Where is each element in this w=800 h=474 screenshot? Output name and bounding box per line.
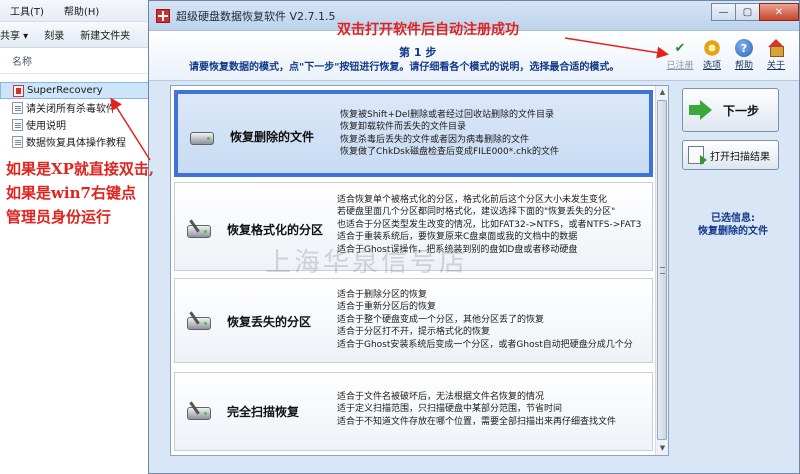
mode-description: 恢复被Shift+Del删除或者经过回收站删除的文件目录 恢复卸载软件而丢失的文… [340,109,559,159]
desc-line: 适合于重新分区后的恢复 [337,302,437,313]
disk-scan-icon [187,401,213,423]
scroll-thumb[interactable] [657,100,667,440]
registered-label: 已注册 [666,61,694,71]
desc-line: 恢复杀毒后丢失的文件或者因为病毒删除的文件 [340,134,530,145]
help-label: 帮助 [734,61,753,71]
selected-info: 已选信息: 恢复删除的文件 [677,212,789,238]
minimize-button[interactable]: — [711,3,736,21]
desc-line: 也适合于分区类型发生改变的情况，比如FAT32->NTFS，或者NTFS->FA… [337,219,642,230]
recovery-mode-list: 恢复删除的文件 恢复被Shift+Del删除或者经过回收站删除的文件目录 恢复卸… [170,85,669,456]
file-item-superrecovery[interactable]: SuperRecovery [0,82,159,99]
burn-button[interactable]: 刻录 [44,27,64,42]
registered-button[interactable]: ✔ 已注册 [666,39,694,72]
note-line-1: 如果是XP就直接双击, [6,160,155,178]
file-item-instructions[interactable]: 使用说明 [0,116,159,133]
explorer-toolbar: 共享 ▾ 刻录 新建文件夹 [0,22,159,48]
desc-line: 适合于Ghost安装系统后变成一个分区，或者Ghost自动把硬盘分成几个分 [337,339,633,350]
mode-title: 恢复丢失的分区 [227,315,312,329]
explorer-window: 工具(T) 帮助(H) 共享 ▾ 刻录 新建文件夹 名称 SuperRecove… [0,0,160,474]
desc-line: 适合于整个硬盘变成一个分区，其他分区丢了的恢复 [337,314,545,325]
about-house-icon [767,39,785,57]
mode-recover-deleted[interactable]: 恢复删除的文件 恢复被Shift+Del删除或者经过回收站删除的文件目录 恢复卸… [174,90,653,177]
registered-icon: ✔ [674,40,686,56]
document-icon [12,135,23,148]
about-button[interactable]: 关于 [763,39,789,71]
desc-line: 适合于重装系统后，要恢复原来C盘桌面或我的文档中的数据 [337,232,578,243]
desc-line: 适合于分区打不开，提示格式化的恢复 [337,327,491,338]
step-description: 请要恢复数据的模式，点"下一步"按钮进行恢复。请仔细看各个模式的说明，选择最合适… [189,62,620,73]
next-step-button[interactable]: 下一步 [682,88,779,132]
desc-line: 适合于不知道文件存放在哪个位置，需要全部扫描出来再仔细查找文件 [337,416,617,427]
help-icon: ? [735,39,753,57]
selected-info-label: 已选信息: [711,213,755,224]
mode-title: 恢复格式化的分区 [227,223,324,237]
disk-icon [190,126,216,148]
explorer-menubar: 工具(T) 帮助(H) [0,0,159,22]
desc-line: 若硬盘里面几个分区都同时格式化，建议选择下面的"恢复丢失的分区" [337,207,616,218]
recovery-app-window: 超级硬盘数据恢复软件 V2.7.1.5 — ▢ ✕ 双击打开软件后自动注册成功 … [148,0,800,474]
document-icon [12,101,23,114]
scroll-grip-icon [660,267,665,274]
desc-line: 适合于文件名被破坏后，无法根据文件名恢复的情况 [337,392,545,402]
open-scan-result-button[interactable]: 打开扫描结果 [682,140,779,170]
new-folder-button[interactable]: 新建文件夹 [80,27,130,42]
desc-line: 恢复做了ChkDsk磁盘检查后变成FILE000*.chk的文件 [340,147,559,158]
open-scan-result-label: 打开扫描结果 [710,151,770,163]
desc-line: 适合于Ghost误操作，把系统装到别的盘如D盘或者移动硬盘 [337,244,578,255]
mode-recover-formatted[interactable]: 恢复格式化的分区 适合恢复单个被格式化的分区，格式化前后这个分区大小未发生变化 … [174,182,653,271]
top-icon-bar: ✔ 已注册 选项 ? 帮助 关于 [667,39,789,71]
open-file-icon [688,146,707,165]
register-annotation: 双击打开软件后自动注册成功 [337,22,519,38]
mode-full-scan[interactable]: 完全扫描恢复 适合于文件名被破坏后，无法根据文件名恢复的情况 适于定义扫描范围，… [174,372,653,451]
mode-description: 适合于删除分区的恢复 适合于重新分区后的恢复 适合于整个硬盘变成一个分区，其他分… [337,289,633,351]
menu-help[interactable]: 帮助(H) [64,3,99,18]
app-title: 超级硬盘数据恢复软件 V2.7.1.5 [176,9,336,23]
scroll-up-arrow-icon[interactable]: ▲ [657,87,668,98]
file-list: SuperRecovery 请关闭所有杀毒软件 使用说明 数据恢复具体操作教程 [0,74,159,150]
selected-info-value: 恢复删除的文件 [698,226,768,237]
options-label: 选项 [702,61,721,71]
menu-tools[interactable]: 工具(T) [10,3,44,18]
file-name: 数据恢复具体操作教程 [26,138,126,149]
file-name: SuperRecovery [27,85,103,96]
scroll-down-arrow-icon[interactable]: ▼ [657,443,668,454]
file-item-tutorial[interactable]: 数据恢复具体操作教程 [0,133,159,150]
about-label: 关于 [766,61,785,71]
desc-line: 适合恢复单个被格式化的分区，格式化前后这个分区大小未发生变化 [337,195,608,205]
window-controls: — ▢ ✕ [711,3,799,21]
mode-title: 恢复删除的文件 [230,130,315,144]
app-logo-icon [156,8,170,23]
file-name: 请关闭所有杀毒软件 [26,104,116,115]
next-step-label: 下一步 [723,103,760,118]
file-item-close-antivirus[interactable]: 请关闭所有杀毒软件 [0,99,159,116]
arrow-right-icon [689,100,713,120]
desc-line: 恢复被Shift+Del删除或者经过回收站删除的文件目录 [340,110,554,120]
mode-description: 适合恢复单个被格式化的分区，格式化前后这个分区大小未发生变化 若硬盘里面几个分区… [337,194,641,256]
red-instruction-note: 如果是XP就直接双击, 如果是win7右键点 管理员身份运行 [6,157,181,229]
step-header: 双击打开软件后自动注册成功 第 1 步 请要恢复数据的模式，点"下一步"按钮进行… [149,22,799,81]
document-icon [12,118,23,131]
mode-description: 适合于文件名被破坏后，无法根据文件名恢复的情况 适于定义扫描范围，只扫描硬盘中某… [337,391,616,428]
file-name: 使用说明 [26,121,66,132]
list-scrollbar[interactable]: ▲ ▼ [655,86,668,455]
options-button[interactable]: 选项 [699,39,725,71]
exe-icon [13,84,24,97]
share-button[interactable]: 共享 ▾ [0,27,28,42]
disk-repair-icon [187,219,213,241]
mode-recover-lost-partition[interactable]: 恢复丢失的分区 适合于删除分区的恢复 适合于重新分区后的恢复 适合于整个硬盘变成… [174,278,653,363]
desc-line: 恢复卸载软件而丢失的文件目录 [340,122,467,133]
column-header-label: 名称 [12,57,32,68]
desc-line: 适合于删除分区的恢复 [337,290,428,300]
disk-search-icon [187,311,213,333]
column-header-name[interactable]: 名称 [0,48,159,74]
help-button[interactable]: ? 帮助 [731,39,757,71]
note-line-3: 管理员身份运行 [6,208,112,226]
desc-line: 适于定义扫描范围，只扫描硬盘中某部分范围，节省时间 [337,404,563,415]
close-button[interactable]: ✕ [759,3,799,21]
options-gear-icon [703,39,721,57]
mode-title: 完全扫描恢复 [227,405,300,419]
maximize-button[interactable]: ▢ [735,3,760,21]
note-line-2: 如果是win7右键点 [6,184,136,202]
